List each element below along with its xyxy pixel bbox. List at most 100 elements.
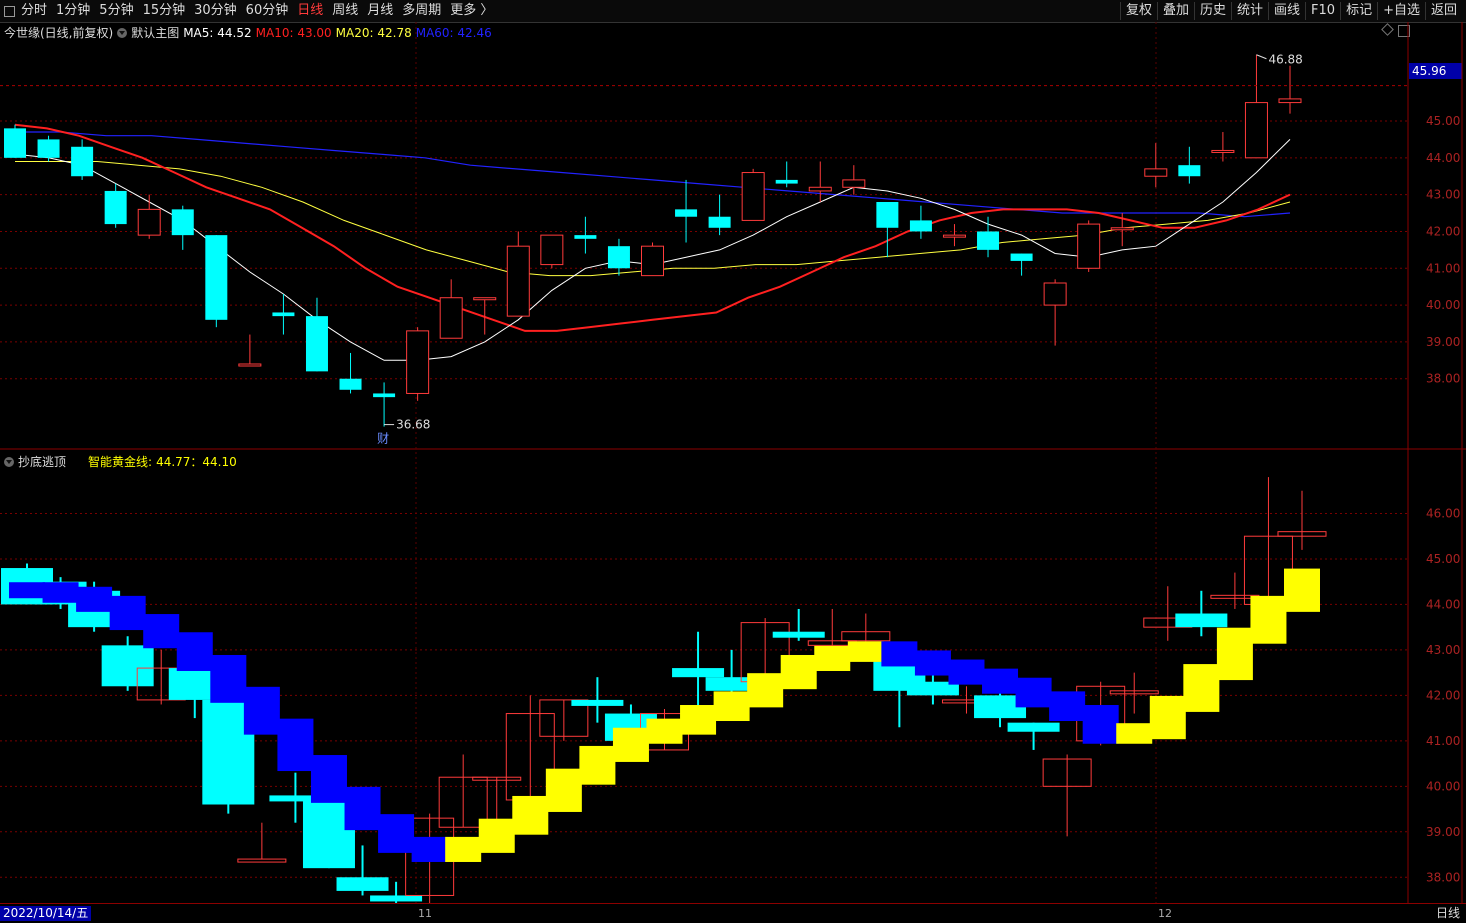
gold-band-segment	[378, 814, 415, 853]
ma60-line	[15, 131, 1291, 218]
candle-body	[1144, 168, 1168, 177]
candle-body	[406, 330, 430, 394]
gold-band-segment	[1049, 691, 1086, 722]
sub-candle-body	[1007, 722, 1060, 732]
candle-body	[876, 202, 899, 228]
gold-band-segment	[747, 673, 784, 708]
gold-band-segment	[545, 768, 582, 812]
gold-band-segment	[1250, 595, 1287, 644]
candle-body	[137, 208, 161, 236]
cursor-date: 2022/10/14/五	[0, 906, 92, 921]
gold-band-segment	[1116, 723, 1153, 744]
y-tick-label: 40.00	[1426, 779, 1460, 793]
candle-body	[675, 209, 698, 217]
sub-candle-body	[101, 645, 154, 687]
sub-candle-body	[370, 895, 423, 902]
candle-body	[238, 363, 262, 367]
y-tick-label: 45.00	[1426, 114, 1460, 128]
candle-body	[205, 235, 228, 320]
candle-body	[574, 235, 597, 239]
candle-body	[607, 246, 630, 269]
gold-band-segment	[948, 659, 985, 685]
low-label: 36.68	[396, 418, 430, 432]
candle-body	[272, 312, 295, 317]
high-label: 46.88	[1268, 53, 1302, 67]
gold-band-segment	[9, 582, 45, 599]
sub-candle-body	[571, 699, 624, 706]
candle-body	[708, 216, 731, 228]
gold-band-segment	[344, 786, 381, 831]
gold-band-segment	[680, 705, 717, 735]
sub-candle-body	[1175, 613, 1228, 628]
candle-body	[1043, 282, 1067, 306]
gold-band-segment	[982, 668, 1019, 694]
gold-band-segment	[1015, 677, 1052, 708]
candle-body	[977, 231, 1000, 250]
candle-body	[1278, 98, 1302, 104]
event-marker: 财	[377, 432, 389, 446]
candle-body	[775, 179, 798, 184]
gold-band-segment	[1183, 664, 1220, 712]
candle-body	[842, 179, 866, 188]
y-tick-label: 42.00	[1426, 224, 1460, 238]
y-tick-label: 40.00	[1426, 298, 1460, 312]
candle-body	[741, 172, 765, 221]
gold-band-segment	[210, 654, 247, 703]
y-tick-label: 45.00	[1426, 552, 1460, 566]
y-tick-label: 44.00	[1426, 597, 1460, 611]
gold-band-segment	[847, 641, 884, 662]
candle-body	[1211, 149, 1235, 153]
y-tick-label: 42.00	[1426, 688, 1460, 702]
gold-band-segment	[1149, 695, 1186, 740]
gold-band-segment	[881, 641, 918, 667]
y-tick-label: 39.00	[1426, 825, 1460, 839]
candle-body	[1110, 227, 1134, 231]
month-label-nov: 11	[418, 907, 432, 920]
gold-band-segment	[277, 718, 314, 772]
month-label-dec: 12	[1158, 907, 1172, 920]
kline-chart[interactable]: 45.00 44.00 43.00 42.00 41.00 40.00 39.00 38.00…	[0, 0, 1466, 922]
gold-band-segment	[612, 727, 649, 762]
gold-band-segment	[1284, 568, 1320, 612]
candle-body	[439, 297, 463, 339]
candle-body	[473, 297, 497, 301]
candle-body	[808, 186, 832, 192]
gold-band-segment	[780, 654, 817, 690]
candle-body	[540, 234, 564, 266]
y-tick-label: 41.00	[1426, 261, 1460, 275]
gold-band-segment	[109, 595, 146, 631]
gold-band-segment	[478, 818, 515, 853]
gold-band-segment	[445, 836, 482, 862]
gold-band-segment	[579, 745, 616, 785]
candle-body	[71, 146, 94, 177]
candle-body	[641, 245, 664, 277]
y-tick-label: 38.00	[1426, 870, 1460, 884]
y-tick-label: 38.00	[1426, 372, 1460, 386]
candle-body	[1244, 102, 1268, 159]
y-tick-label: 39.00	[1426, 335, 1460, 349]
time-axis: 2022/10/14/五 11 12 日线	[0, 903, 1466, 923]
candle-body	[104, 190, 127, 225]
y-tick-label: 43.00	[1426, 643, 1460, 657]
candle-body	[339, 378, 362, 390]
y-tick-label: 43.00	[1426, 188, 1460, 202]
gold-band-segment	[1082, 705, 1119, 744]
gold-band-segment	[411, 836, 448, 862]
candle-body	[1010, 253, 1033, 261]
gold-band-segment	[76, 586, 113, 612]
gold-band-segment	[512, 795, 549, 835]
gold-band-segment	[42, 582, 79, 603]
candle-body	[1077, 223, 1101, 269]
candle-body	[305, 316, 328, 372]
sub-candle-body	[237, 858, 287, 863]
gold-band-segment	[310, 755, 347, 803]
gold-band-segment	[243, 686, 280, 735]
candle-body	[171, 209, 194, 236]
period-label[interactable]: 日线	[1436, 906, 1460, 921]
gold-band-segment	[1216, 627, 1253, 681]
gold-band-segment	[143, 614, 180, 649]
sub-candle-body	[772, 631, 825, 638]
gold-band-segment	[646, 718, 683, 744]
candle-body	[1178, 165, 1201, 177]
candle-body	[4, 128, 26, 158]
